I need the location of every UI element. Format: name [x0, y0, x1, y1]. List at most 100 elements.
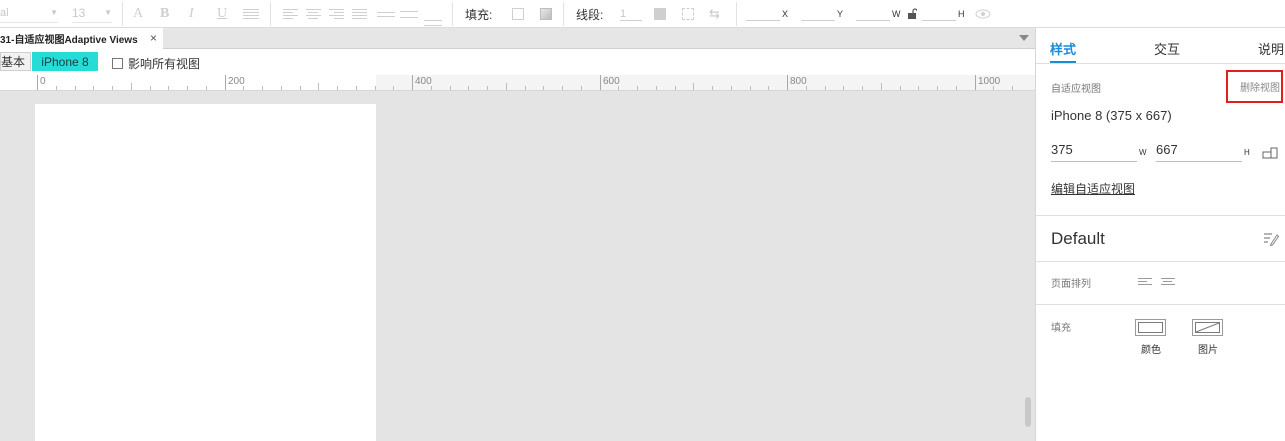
fill-image-button[interactable]: [1192, 319, 1223, 336]
ruler-tick: [393, 86, 394, 90]
section-divider: [1036, 261, 1285, 262]
h-field[interactable]: [922, 7, 956, 21]
font-color-icon: A: [133, 6, 144, 21]
close-icon[interactable]: ×: [150, 31, 157, 45]
edit-adaptive-views-link[interactable]: 编辑自适应视图: [1051, 180, 1135, 197]
line-width-value: 1: [620, 8, 642, 21]
document-tab[interactable]: 31-自适应视图Adaptive Views ×: [0, 28, 163, 49]
align-middle-icon: [400, 10, 418, 18]
inspector-panel: 样式 交互 说明 自适应视图 删除视图 iPhone 8 (375 x 667)…: [1035, 28, 1285, 441]
fill-color-icon: [1138, 322, 1163, 333]
ruler-label: 200: [228, 76, 245, 87]
affect-all-views-label: 影响所有视图: [128, 57, 201, 71]
ruler-tick: [450, 86, 451, 90]
y-field[interactable]: [801, 7, 835, 21]
font-family-select[interactable]: al ▼: [0, 3, 58, 23]
x-input[interactable]: X: [746, 0, 788, 28]
ruler-tick: [862, 86, 863, 90]
page-align-center-icon[interactable]: [1161, 278, 1175, 285]
view-height-input[interactable]: 667: [1156, 142, 1242, 162]
document-tab-bar: 31-自适应视图Adaptive Views ×: [0, 28, 1035, 49]
ruler-tick: [506, 83, 507, 90]
toolbar-divider: [270, 2, 271, 26]
ruler-tick: [937, 86, 938, 90]
ruler-tick: [93, 86, 94, 90]
font-size-select[interactable]: 13 ▼: [72, 3, 112, 23]
align-bottom-icon: [424, 20, 442, 26]
align-middle-button[interactable]: [400, 0, 418, 28]
chevron-down-icon: ▼: [104, 8, 112, 17]
x-field[interactable]: [746, 7, 780, 21]
ruler-tick: [918, 86, 919, 90]
view-width-input[interactable]: 375: [1051, 142, 1137, 162]
top-toolbar: al ▼ 13 ▼ A B I U 填充: 线段: 1 ⇆ X Y W H: [0, 0, 1285, 28]
active-tab-indicator: [1050, 61, 1076, 63]
h-label: H: [958, 9, 965, 19]
bold-button[interactable]: B: [160, 0, 169, 28]
line-label: 线段:: [576, 0, 603, 28]
justify-icon: [352, 9, 367, 19]
w-input[interactable]: W: [856, 0, 901, 28]
edit-style-icon[interactable]: [1263, 231, 1279, 247]
align-center-button[interactable]: [306, 0, 321, 28]
chevron-down-icon: ▼: [50, 8, 58, 17]
bullet-list-button[interactable]: [243, 0, 259, 28]
underline-button[interactable]: U: [217, 0, 227, 28]
underline-icon: U: [217, 6, 228, 21]
align-right-button[interactable]: [329, 0, 344, 28]
tab-style[interactable]: 样式: [1050, 39, 1076, 58]
font-color-button[interactable]: A: [133, 0, 143, 28]
w-field[interactable]: [856, 7, 890, 21]
ruler-tick: [375, 86, 376, 90]
highlight-box: [1226, 70, 1283, 103]
justify-button[interactable]: [352, 0, 367, 28]
line-color-button[interactable]: [654, 0, 666, 28]
bold-icon: B: [160, 6, 170, 21]
tab-interaction[interactable]: 交互: [1154, 39, 1180, 58]
tab-menu-dropdown-icon[interactable]: [1019, 35, 1029, 41]
ruler-tick: [825, 86, 826, 90]
view-tab-base[interactable]: 基本: [0, 52, 31, 71]
line-pattern-button[interactable]: [682, 0, 694, 28]
fill-color-button[interactable]: [512, 0, 524, 28]
tab-notes[interactable]: 说明: [1258, 39, 1284, 58]
shadow-icon: [540, 8, 552, 20]
arrow-style-button[interactable]: ⇆: [709, 0, 720, 28]
ruler-tick: [1012, 86, 1013, 90]
section-divider: [1036, 304, 1285, 305]
lock-ratio-button[interactable]: [907, 0, 917, 28]
toolbar-divider: [736, 2, 737, 26]
shadow-button[interactable]: [540, 0, 552, 28]
affect-all-views-option[interactable]: 影响所有视图: [112, 55, 200, 72]
toolbar-divider: [563, 2, 564, 26]
affect-all-views-checkbox[interactable]: [112, 58, 123, 69]
fill-color-button[interactable]: [1135, 319, 1166, 336]
inspector-tabs: 样式 交互 说明: [1036, 28, 1285, 64]
align-left-button[interactable]: [283, 0, 298, 28]
visibility-button[interactable]: [975, 0, 991, 28]
page-artboard[interactable]: [35, 104, 376, 441]
section-divider: [1036, 215, 1285, 216]
fill-color-icon: [512, 8, 524, 20]
ruler-label: 400: [415, 76, 432, 87]
page-align-left-icon[interactable]: [1138, 278, 1152, 285]
ruler-tick: [131, 83, 132, 90]
ruler-tick: [975, 75, 976, 90]
ruler-tick: [206, 86, 207, 90]
view-tab-iphone-8[interactable]: iPhone 8: [32, 52, 98, 71]
design-canvas[interactable]: [0, 91, 1035, 441]
orientation-icon[interactable]: [1262, 147, 1278, 159]
vertical-scrollbar[interactable]: [1025, 397, 1031, 427]
fill-label: 填充:: [465, 0, 492, 28]
ruler-tick: [881, 83, 882, 90]
line-width-input[interactable]: 1: [620, 0, 642, 28]
ruler-tick: [225, 75, 226, 90]
style-name[interactable]: Default: [1051, 229, 1105, 249]
ruler-tick: [675, 86, 676, 90]
italic-button[interactable]: I: [189, 0, 194, 28]
toolbar-divider: [452, 2, 453, 26]
h-input[interactable]: H: [922, 0, 965, 28]
y-input[interactable]: Y: [801, 0, 843, 28]
document-tab-title: 31-自适应视图Adaptive Views: [0, 35, 138, 46]
align-top-button[interactable]: [377, 0, 395, 28]
